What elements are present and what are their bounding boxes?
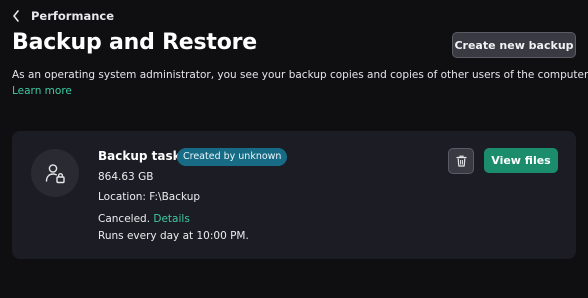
backup-card: Backup task Created by unknown 864.63 GB… (12, 131, 576, 259)
backup-task-title: Backup task (98, 149, 181, 163)
backup-location: Location: F:\Backup (98, 191, 201, 203)
create-new-backup-button[interactable]: Create new backup (452, 32, 576, 58)
page-description: As an operating system administrator, yo… (12, 69, 588, 81)
status-text: Canceled. (98, 213, 151, 225)
back-to-performance[interactable]: Performance (12, 6, 114, 26)
back-label: Performance (31, 9, 115, 23)
details-link[interactable]: Details (153, 213, 189, 225)
page-title: Backup and Restore (12, 30, 258, 55)
backup-schedule: Runs every day at 10:00 PM. (98, 230, 249, 242)
backup-and-restore-page: Performance Backup and Restore Create ne… (0, 0, 588, 298)
created-by-badge: Created by unknown (177, 148, 288, 166)
user-lock-icon (45, 164, 65, 184)
delete-backup-button[interactable] (448, 148, 474, 174)
view-files-button[interactable]: View files (484, 148, 558, 173)
chevron-left-icon (13, 10, 19, 22)
backup-size: 864.63 GB (98, 171, 154, 183)
learn-more-link[interactable]: Learn more (12, 84, 72, 99)
backup-status: Canceled. Details (98, 213, 190, 225)
avatar (31, 149, 79, 197)
trash-icon (455, 155, 467, 167)
